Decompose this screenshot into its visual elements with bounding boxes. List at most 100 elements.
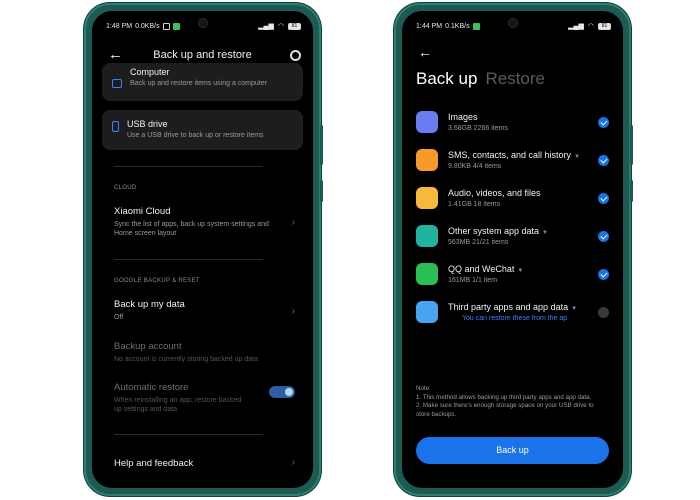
- tab-back-up[interactable]: Back up: [416, 69, 477, 89]
- item-title: Third party apps and app data: [448, 302, 569, 312]
- item-subtitle: You can restore these from the ap: [462, 315, 568, 322]
- section-divider: [114, 259, 263, 260]
- item-subtitle: 1.41GB 18 items: [448, 201, 501, 208]
- chevron-right-icon: ›: [291, 305, 295, 317]
- item-title: Audio, videos, and files: [448, 188, 541, 198]
- list-item[interactable]: SMS, contacts, and call history ▼ 9.80KB …: [416, 149, 609, 177]
- battery-icon: 81: [598, 22, 611, 30]
- item-title: SMS, contacts, and call history: [448, 150, 572, 160]
- caret-down-icon[interactable]: ▼: [571, 306, 577, 312]
- section-divider: [114, 434, 263, 435]
- item-title: Images: [448, 112, 478, 122]
- backup-note: Note: 1. This method allows backing up t…: [416, 385, 609, 419]
- back-up-my-data-status: Off: [114, 314, 124, 321]
- automatic-restore-item: Automatic restore When reinstalling an a…: [114, 382, 295, 414]
- note-line: Note:: [416, 385, 431, 392]
- network-speed: 0.0KB/s: [135, 22, 160, 30]
- item-subtitle: 9.80KB 4/4 items: [448, 163, 502, 170]
- help-and-feedback-item[interactable]: Help and feedback ›: [114, 456, 295, 470]
- page-title: Back up and restore: [153, 49, 252, 61]
- item-title: Other system app data: [448, 226, 540, 236]
- phone-right: 1:44 PM 0.1KB/s ▂▄▆ ◠ 81 ← Back up Resto…: [394, 3, 633, 496]
- note-line: 2. Make sure there's enough storage spac…: [416, 402, 594, 418]
- phone-left: 1:48 PM 0.0KB/s ▂▄▆ ◠ 81 ← Back up and r…: [84, 3, 323, 496]
- checkbox-checked[interactable]: [598, 117, 609, 128]
- wechat-icon: [416, 263, 438, 285]
- computer-option[interactable]: Computer Back up and restore items using…: [102, 63, 303, 101]
- backup-restore-tabs: Back up Restore: [416, 69, 545, 89]
- status-time: 1:44 PM: [416, 22, 443, 30]
- network-speed: 0.1KB/s: [445, 22, 470, 30]
- apps-icon: [416, 225, 438, 247]
- list-item[interactable]: Third party apps and app data ▼ You can r…: [416, 301, 609, 329]
- cloud-section-label: CLOUD: [114, 185, 137, 191]
- tab-restore[interactable]: Restore: [485, 69, 545, 89]
- caret-down-icon[interactable]: ▼: [574, 154, 580, 160]
- folder-icon: [416, 187, 438, 209]
- help-and-feedback-title: Help and feedback: [114, 458, 194, 469]
- checkbox-checked[interactable]: [598, 193, 609, 204]
- back-up-my-data-item[interactable]: Back up my data Off ›: [114, 299, 295, 322]
- volume-button: [320, 125, 323, 165]
- chevron-right-icon: ›: [291, 456, 295, 468]
- xiaomi-cloud-title: Xiaomi Cloud: [114, 206, 171, 217]
- caret-down-icon[interactable]: ▼: [542, 230, 548, 236]
- front-camera: [197, 18, 208, 28]
- computer-icon: [112, 79, 122, 88]
- signal-icon: ▂▄▆: [568, 23, 584, 30]
- wifi-icon: ◠: [277, 23, 284, 30]
- volume-button: [630, 125, 633, 165]
- section-divider: [114, 166, 263, 167]
- computer-title: Computer: [130, 67, 170, 77]
- alarm-icon: [162, 22, 170, 30]
- list-item[interactable]: Audio, videos, and files 1.41GB 18 items: [416, 187, 609, 215]
- checkbox-unchecked[interactable]: [598, 307, 609, 318]
- back-up-my-data-title: Back up my data: [114, 299, 185, 310]
- app-notification-icon: [172, 22, 180, 30]
- item-subtitle: 563MB 21/21 items: [448, 239, 509, 246]
- front-camera: [507, 18, 518, 28]
- usb-subtitle: Use a USB drive to back up or restore it…: [127, 132, 264, 139]
- automatic-restore-toggle[interactable]: [269, 386, 295, 398]
- item-title: QQ and WeChat: [448, 264, 515, 274]
- note-line: 1. This method allows backing up third p…: [416, 393, 592, 401]
- usb-title: USB drive: [127, 119, 168, 129]
- backup-account-item: Backup account No account is currently s…: [114, 341, 295, 364]
- usb-drive-option[interactable]: USB drive Use a USB drive to back up or …: [102, 110, 303, 150]
- automatic-restore-title: Automatic restore: [114, 382, 189, 393]
- checkbox-checked[interactable]: [598, 231, 609, 242]
- gear-icon[interactable]: [290, 49, 301, 61]
- chevron-right-icon: ›: [291, 217, 295, 228]
- power-button: [630, 180, 633, 202]
- item-subtitle: 3.68GB 2266 items: [448, 125, 508, 132]
- signal-icon: ▂▄▆: [258, 23, 274, 30]
- status-time: 1:48 PM: [106, 22, 133, 30]
- app-notification-icon: [472, 22, 480, 30]
- backup-screen: 1:44 PM 0.1KB/s ▂▄▆ ◠ 81 ← Back up Resto…: [402, 11, 623, 488]
- wifi-icon: ◠: [587, 23, 594, 30]
- list-item[interactable]: Images 3.68GB 2266 items: [416, 111, 609, 139]
- list-item[interactable]: QQ and WeChat ▼ 161MB 1/1 item: [416, 263, 609, 291]
- list-item[interactable]: Other system app data ▼ 563MB 21/21 items: [416, 225, 609, 253]
- automatic-restore-subtitle: When reinstalling an app, restore backed…: [114, 397, 242, 413]
- power-button: [320, 180, 323, 202]
- backup-account-title: Backup account: [114, 341, 182, 352]
- battery-icon: 81: [288, 22, 301, 30]
- back-arrow-icon[interactable]: ←: [108, 47, 123, 62]
- message-icon: [416, 149, 438, 171]
- computer-subtitle: Back up and restore items using a comput…: [130, 80, 267, 87]
- xiaomi-cloud-subtitle: Sync the list of apps, back up system se…: [114, 221, 269, 237]
- back-arrow-icon[interactable]: ←: [418, 44, 432, 60]
- file-icon: [416, 301, 438, 323]
- caret-down-icon[interactable]: ▼: [517, 268, 523, 274]
- usb-icon: [112, 121, 119, 132]
- google-section-label: GOOGLE BACKUP & RESET: [114, 278, 200, 284]
- checkbox-checked[interactable]: [598, 269, 609, 280]
- item-subtitle: 161MB 1/1 item: [448, 277, 498, 284]
- xiaomi-cloud-item[interactable]: Xiaomi Cloud Sync the list of apps, back…: [114, 206, 295, 238]
- screenshot-stage: 1:48 PM 0.0KB/s ▂▄▆ ◠ 81 ← Back up and r…: [0, 0, 700, 500]
- checkbox-checked[interactable]: [598, 155, 609, 166]
- back-up-button[interactable]: Back up: [416, 437, 609, 464]
- images-icon: [416, 111, 438, 133]
- settings-screen: 1:48 PM 0.0KB/s ▂▄▆ ◠ 81 ← Back up and r…: [92, 11, 313, 488]
